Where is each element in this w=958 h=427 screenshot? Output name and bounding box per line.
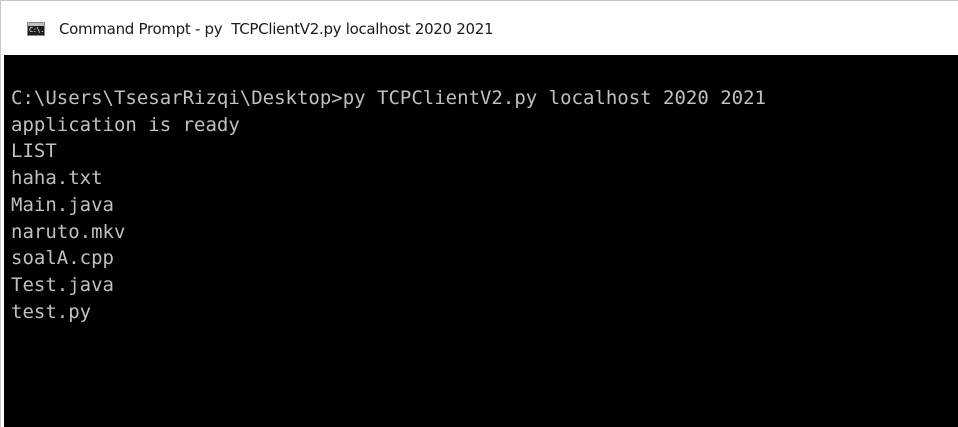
console-output-area[interactable]: C:\Users\TsesarRizqi\Desktop>py TCPClien… (4, 55, 958, 427)
console-line-file: test.py (11, 300, 92, 323)
console-line-command: C:\Users\TsesarRizqi\Desktop>py TCPClien… (11, 87, 766, 109)
console-line-file: Test.java (11, 273, 114, 296)
console-line-file: naruto.mkv (11, 220, 126, 243)
console-line-status: application is ready (11, 113, 240, 136)
window-title: Command Prompt - py TCPClientV2.py local… (59, 20, 494, 38)
title-bar[interactable]: C:\. Command Prompt - py TCPClientV2.py … (1, 1, 958, 55)
console-line-list-command: LIST (11, 140, 57, 163)
console-line-file: haha.txt (11, 167, 103, 190)
cmd-console-icon[interactable]: C:\. (27, 22, 45, 36)
console-line-file: soalA.cpp (11, 247, 114, 270)
console-line-file: Main.java (11, 193, 114, 216)
cmd-icon-text: C:\. (29, 26, 44, 34)
command-prompt-window: C:\. Command Prompt - py TCPClientV2.py … (0, 0, 958, 427)
